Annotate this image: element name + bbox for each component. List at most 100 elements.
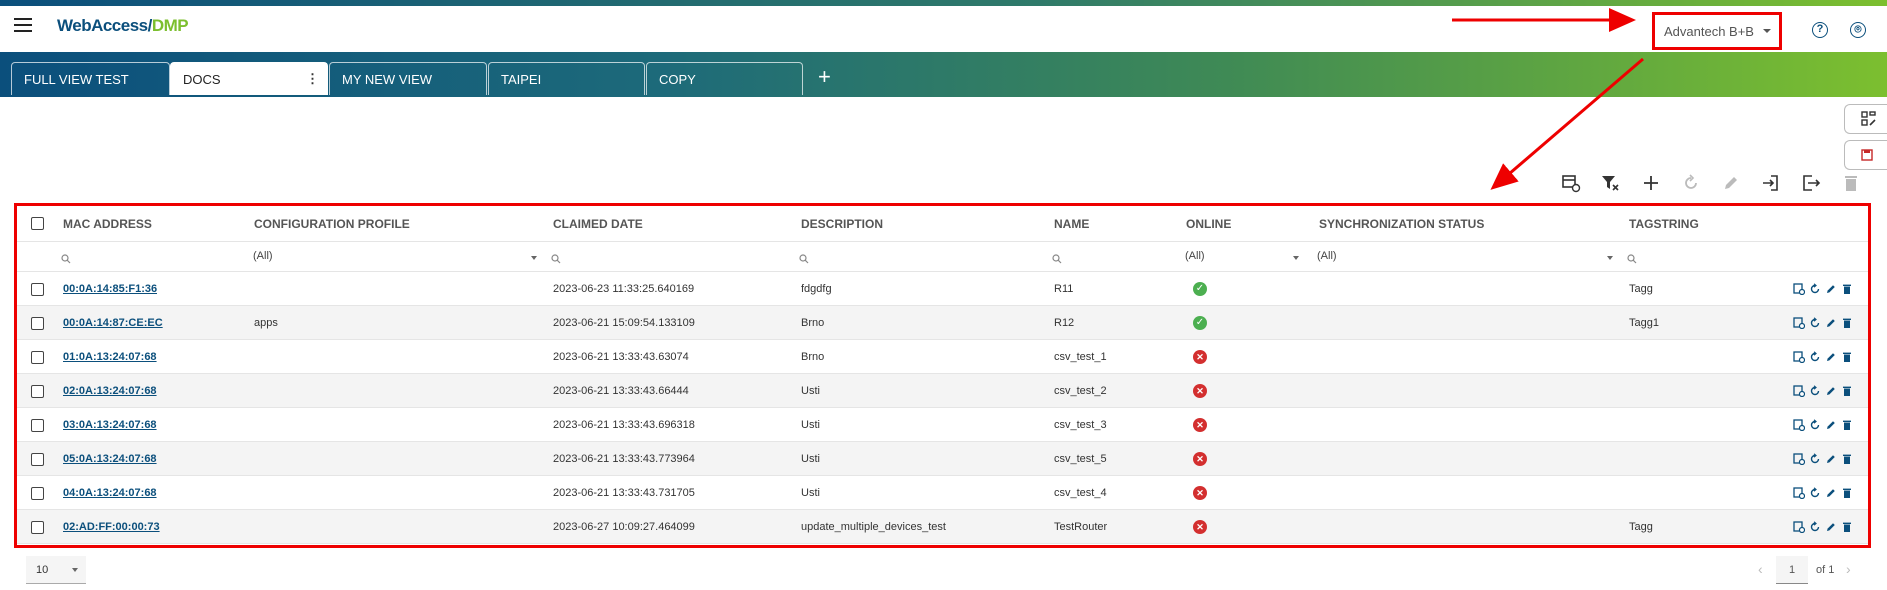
tab-menu-icon[interactable]: ⋮ xyxy=(306,71,319,87)
mac-address-link[interactable]: 04:0A:13:24:07:68 xyxy=(63,476,157,510)
row-edit-icon[interactable] xyxy=(1825,453,1837,465)
row-refresh-icon[interactable] xyxy=(1809,453,1821,465)
column-chooser-icon[interactable] xyxy=(1560,172,1582,194)
table-row[interactable]: 05:0A:13:24:07:68 2023-06-21 13:33:43.773… xyxy=(17,442,1868,476)
sync-filter-select[interactable]: (All) xyxy=(1317,250,1337,262)
row-refresh-icon[interactable] xyxy=(1809,351,1821,363)
delete-icon[interactable] xyxy=(1840,172,1862,194)
row-refresh-icon[interactable] xyxy=(1809,487,1821,499)
page-size-select[interactable]: 10 xyxy=(26,556,86,584)
row-checkbox[interactable] xyxy=(31,521,44,534)
customize-view-button[interactable] xyxy=(1844,104,1887,134)
app-logo[interactable]: WebAccess/DMP xyxy=(57,16,189,36)
row-edit-icon[interactable] xyxy=(1825,317,1837,329)
row-refresh-icon[interactable] xyxy=(1809,521,1821,533)
page-number-input[interactable]: 1 xyxy=(1776,556,1808,584)
organization-selector[interactable]: Advantech B+B xyxy=(1652,12,1782,50)
row-delete-icon[interactable] xyxy=(1841,283,1853,295)
row-refresh-icon[interactable] xyxy=(1809,283,1821,295)
search-icon[interactable] xyxy=(61,254,71,264)
column-header[interactable]: CLAIMED DATE xyxy=(553,206,643,242)
mac-address-link[interactable]: 00:0A:14:87:CE:EC xyxy=(63,306,163,340)
row-configure-icon[interactable] xyxy=(1793,453,1805,465)
mac-address-link[interactable]: 02:AD:FF:00:00:73 xyxy=(63,510,160,544)
table-row[interactable]: 00:0A:14:85:F1:36 2023-06-23 11:33:25.640… xyxy=(17,272,1868,306)
refresh-icon[interactable] xyxy=(1680,172,1702,194)
tab-taipei[interactable]: TAIPEI xyxy=(488,62,645,95)
row-configure-icon[interactable] xyxy=(1793,385,1805,397)
add-icon[interactable] xyxy=(1640,172,1662,194)
row-checkbox[interactable] xyxy=(31,317,44,330)
row-checkbox[interactable] xyxy=(31,385,44,398)
mac-address-link[interactable]: 02:0A:13:24:07:68 xyxy=(63,374,157,408)
mac-address-link[interactable]: 00:0A:14:85:F1:36 xyxy=(63,272,157,306)
tab-my-new-view[interactable]: MY NEW VIEW xyxy=(329,62,487,95)
row-delete-icon[interactable] xyxy=(1841,521,1853,533)
row-refresh-icon[interactable] xyxy=(1809,317,1821,329)
row-checkbox[interactable] xyxy=(31,487,44,500)
next-page-icon[interactable]: › xyxy=(1846,561,1851,577)
clear-filter-icon[interactable] xyxy=(1599,172,1621,194)
row-configure-icon[interactable] xyxy=(1793,419,1805,431)
mac-address-link[interactable]: 05:0A:13:24:07:68 xyxy=(63,442,157,476)
mac-address-link[interactable]: 03:0A:13:24:07:68 xyxy=(63,408,157,442)
table-row[interactable]: 00:0A:14:87:CE:EC apps 2023-06-21 15:09:54… xyxy=(17,306,1868,340)
row-delete-icon[interactable] xyxy=(1841,419,1853,431)
row-edit-icon[interactable] xyxy=(1825,419,1837,431)
row-checkbox[interactable] xyxy=(31,419,44,432)
table-row[interactable]: 04:0A:13:24:07:68 2023-06-21 13:33:43.731… xyxy=(17,476,1868,510)
row-delete-icon[interactable] xyxy=(1841,317,1853,329)
add-tab-button[interactable]: + xyxy=(818,64,831,90)
edit-icon[interactable] xyxy=(1720,172,1742,194)
table-row[interactable]: 01:0A:13:24:07:68 2023-06-21 13:33:43.630… xyxy=(17,340,1868,374)
column-header[interactable]: DESCRIPTION xyxy=(801,206,883,242)
row-edit-icon[interactable] xyxy=(1825,283,1837,295)
row-refresh-icon[interactable] xyxy=(1809,419,1821,431)
save-view-button[interactable] xyxy=(1844,140,1887,170)
search-icon[interactable] xyxy=(551,254,561,264)
tab-docs[interactable]: DOCS ⋮ xyxy=(170,62,328,95)
column-header[interactable]: SYNCHRONIZATION STATUS xyxy=(1319,206,1484,242)
tab-full-view-test[interactable]: FULL VIEW TEST xyxy=(11,62,170,95)
select-all-checkbox[interactable] xyxy=(31,217,44,230)
row-delete-icon[interactable] xyxy=(1841,487,1853,499)
row-configure-icon[interactable] xyxy=(1793,487,1805,499)
export-icon[interactable] xyxy=(1800,172,1822,194)
prev-page-icon[interactable]: ‹ xyxy=(1758,561,1763,577)
row-delete-icon[interactable] xyxy=(1841,453,1853,465)
help-icon[interactable]: ? xyxy=(1812,22,1828,38)
import-icon[interactable] xyxy=(1760,172,1782,194)
row-configure-icon[interactable] xyxy=(1793,521,1805,533)
column-header[interactable]: NAME xyxy=(1054,206,1089,242)
menu-icon[interactable] xyxy=(14,18,32,34)
table-row[interactable]: 02:AD:FF:00:00:73 2023-06-27 10:09:27.464… xyxy=(17,510,1868,544)
row-checkbox[interactable] xyxy=(31,351,44,364)
account-icon[interactable]: ⌾ xyxy=(1850,22,1866,38)
column-header[interactable]: TAGSTRING xyxy=(1629,206,1699,242)
row-refresh-icon[interactable] xyxy=(1809,385,1821,397)
search-icon[interactable] xyxy=(1052,254,1062,264)
row-configure-icon[interactable] xyxy=(1793,317,1805,329)
table-row[interactable]: 03:0A:13:24:07:68 2023-06-21 13:33:43.696… xyxy=(17,408,1868,442)
profile-filter-select[interactable]: (All) xyxy=(253,250,273,262)
row-edit-icon[interactable] xyxy=(1825,487,1837,499)
row-checkbox[interactable] xyxy=(31,453,44,466)
tab-copy[interactable]: COPY xyxy=(646,62,803,95)
row-checkbox[interactable] xyxy=(31,283,44,296)
table-row[interactable]: 02:0A:13:24:07:68 2023-06-21 13:33:43.664… xyxy=(17,374,1868,408)
column-header[interactable]: CONFIGURATION PROFILE xyxy=(254,206,410,242)
search-icon[interactable] xyxy=(1627,254,1637,264)
row-configure-icon[interactable] xyxy=(1793,283,1805,295)
row-configure-icon[interactable] xyxy=(1793,351,1805,363)
search-icon[interactable] xyxy=(799,254,809,264)
row-delete-icon[interactable] xyxy=(1841,351,1853,363)
mac-address-link[interactable]: 01:0A:13:24:07:68 xyxy=(63,340,157,374)
row-edit-icon[interactable] xyxy=(1825,351,1837,363)
row-edit-icon[interactable] xyxy=(1825,521,1837,533)
online-filter-select[interactable]: (All) xyxy=(1185,250,1205,262)
row-edit-icon[interactable] xyxy=(1825,385,1837,397)
column-header[interactable]: MAC ADDRESS xyxy=(63,206,152,242)
device-name-cell: R11 xyxy=(1054,283,1074,295)
column-header[interactable]: ONLINE xyxy=(1186,206,1231,242)
row-delete-icon[interactable] xyxy=(1841,385,1853,397)
